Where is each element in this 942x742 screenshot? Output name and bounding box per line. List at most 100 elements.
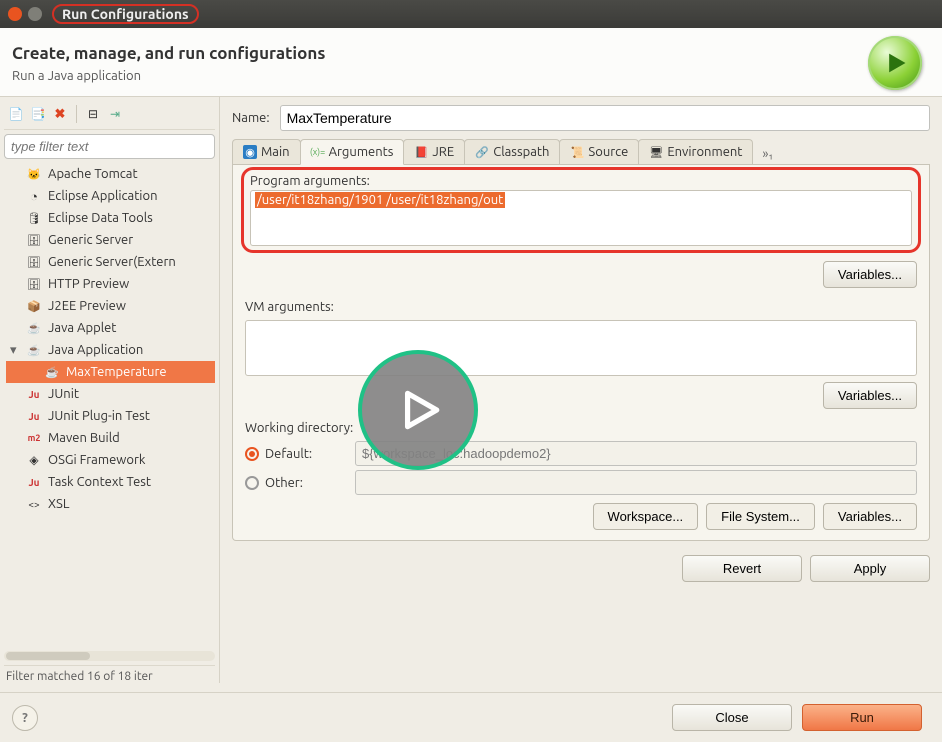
tomcat-icon: [26, 166, 42, 182]
tab-environment[interactable]: Environment: [638, 139, 753, 164]
server-icon: [26, 232, 42, 248]
tree-item-apache-tomcat[interactable]: Apache Tomcat: [6, 163, 215, 185]
toolbar-separator: [76, 105, 77, 123]
expand-all-icon[interactable]: [107, 106, 123, 122]
window-minimize-button[interactable]: [28, 7, 42, 21]
vm-args-textarea[interactable]: [245, 320, 917, 376]
window-title: Run Configurations: [52, 4, 199, 24]
tree-item-label: J2EE Preview: [48, 299, 126, 313]
vm-args-label: VM arguments:: [245, 300, 917, 314]
tree-item-eclipse-data-tools[interactable]: Eclipse Data Tools: [6, 207, 215, 229]
program-args-variables-button[interactable]: Variables...: [823, 261, 917, 288]
wd-filesystem-button[interactable]: File System...: [706, 503, 815, 530]
program-args-textarea[interactable]: /user/it18zhang/1901 /user/it18zhang/out: [250, 190, 912, 246]
delete-config-icon[interactable]: [52, 106, 68, 122]
tree-item-label: Maven Build: [48, 431, 120, 445]
tree-item-label: Eclipse Data Tools: [48, 211, 153, 225]
tab-label: Source: [588, 145, 628, 159]
wd-default-radio[interactable]: [245, 447, 259, 461]
junit-icon: [26, 474, 42, 490]
revert-button[interactable]: Revert: [682, 555, 802, 582]
tree-item-generic-server-extern[interactable]: Generic Server(Extern: [6, 251, 215, 273]
sidebar-toolbar: [4, 101, 215, 130]
tree-expand-arrow[interactable]: ▾: [10, 343, 20, 358]
osgi-icon: [26, 452, 42, 468]
db-icon: [26, 210, 42, 226]
tree-item-label: Java Application: [48, 343, 143, 357]
server-icon: [26, 276, 42, 292]
new-config-icon[interactable]: [8, 106, 24, 122]
tree-item-label: Generic Server(Extern: [48, 255, 176, 269]
vm-args-variables-button[interactable]: Variables...: [823, 382, 917, 409]
tree-item-http-preview[interactable]: HTTP Preview: [6, 273, 215, 295]
header-subtitle: Run a Java application: [12, 69, 325, 83]
tab-classpath[interactable]: Classpath: [464, 139, 560, 164]
tree-item-label: OSGi Framework: [48, 453, 145, 467]
tab-main[interactable]: ◉Main: [232, 139, 301, 164]
help-button[interactable]: ?: [12, 705, 38, 731]
tab-arguments[interactable]: Arguments: [300, 139, 405, 165]
tree-item-j2ee-preview[interactable]: J2EE Preview: [6, 295, 215, 317]
java-icon: [26, 342, 42, 358]
run-button[interactable]: Run: [802, 704, 922, 731]
main-icon: ◉: [243, 145, 257, 159]
config-editor: Name: ◉MainArgumentsJREClasspathSourceEn…: [220, 97, 942, 683]
wd-other-radio[interactable]: [245, 476, 259, 490]
duplicate-config-icon[interactable]: [30, 106, 46, 122]
sidebar-hscroll[interactable]: [4, 651, 215, 661]
config-tabs: ◉MainArgumentsJRE Classpath Source Environm…: [232, 139, 930, 165]
tree-item-java-applet[interactable]: Java Applet: [6, 317, 215, 339]
tab-jre[interactable]: JRE: [403, 139, 465, 164]
jre-icon: [414, 145, 428, 159]
filter-input[interactable]: [4, 134, 215, 159]
tab-label: Environment: [667, 145, 742, 159]
wd-other-radio-label[interactable]: Other:: [245, 476, 345, 490]
tree-item-label: XSL: [48, 497, 69, 511]
tree-item-label: Java Applet: [48, 321, 116, 335]
program-args-label: Program arguments:: [250, 174, 912, 188]
name-input[interactable]: [280, 105, 930, 131]
tree-item-maxtemperature[interactable]: MaxTemperature: [6, 361, 215, 383]
close-button[interactable]: Close: [672, 704, 792, 731]
video-play-overlay[interactable]: [358, 350, 478, 470]
tree-item-label: MaxTemperature: [66, 365, 167, 379]
java-icon: [44, 364, 60, 380]
tree-item-generic-server[interactable]: Generic Server: [6, 229, 215, 251]
window-titlebar: Run Configurations: [0, 0, 942, 28]
tree-item-osgi-framework[interactable]: OSGi Framework: [6, 449, 215, 471]
tabs-overflow-button[interactable]: »₁: [756, 144, 779, 164]
m2-icon: [26, 430, 42, 446]
tree-item-label: Apache Tomcat: [48, 167, 138, 181]
tree-item-maven-build[interactable]: Maven Build: [6, 427, 215, 449]
applet-icon: [26, 320, 42, 336]
junit-icon: [26, 386, 42, 402]
dialog-button-bar: ? Close Run: [0, 692, 942, 742]
xsl-icon: [26, 496, 42, 512]
config-tree[interactable]: Apache Tomcat Eclipse Application Eclipse …: [4, 163, 215, 649]
run-icon-large: [868, 36, 922, 90]
wd-workspace-button[interactable]: Workspace...: [593, 503, 699, 530]
src-icon: [570, 145, 584, 159]
collapse-all-icon[interactable]: [85, 106, 101, 122]
cp-icon: [475, 145, 489, 159]
tree-item-task-context-test[interactable]: Task Context Test: [6, 471, 215, 493]
window-close-button[interactable]: [8, 7, 22, 21]
env-icon: [649, 145, 663, 159]
tree-item-label: HTTP Preview: [48, 277, 129, 291]
apply-button[interactable]: Apply: [810, 555, 930, 582]
tree-item-xsl[interactable]: XSL: [6, 493, 215, 515]
tree-item-junit[interactable]: JUnit: [6, 383, 215, 405]
program-args-highlight: Program arguments: /user/it18zhang/1901 …: [241, 167, 921, 253]
server-icon: [26, 254, 42, 270]
tab-source[interactable]: Source: [559, 139, 639, 164]
tab-label: Classpath: [493, 145, 549, 159]
dialog-header: Create, manage, and run configurations R…: [0, 28, 942, 97]
tree-item-junit-plug-in-test[interactable]: JUnit Plug-in Test: [6, 405, 215, 427]
wd-variables-button[interactable]: Variables...: [823, 503, 917, 530]
tree-item-eclipse-application[interactable]: Eclipse Application: [6, 185, 215, 207]
wd-default-radio-label[interactable]: Default:: [245, 447, 345, 461]
tree-item-label: JUnit: [48, 387, 79, 401]
working-dir-label: Working directory:: [245, 421, 917, 435]
eclipse-icon: [26, 188, 42, 204]
tree-item-java-application[interactable]: ▾ Java Application: [6, 339, 215, 361]
